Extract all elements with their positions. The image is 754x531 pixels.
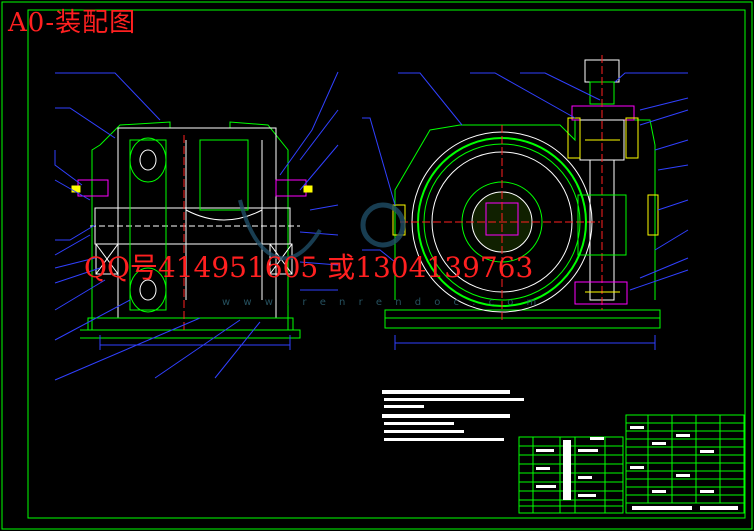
technical-notes	[382, 390, 524, 441]
contact-text: QQ号414951605 或1304139763	[84, 251, 534, 284]
watermark-site: w w w . r e n r e n d o c . c o m	[222, 297, 542, 308]
front-section-view	[71, 121, 313, 350]
front-view-leaders	[54, 71, 339, 381]
drawing-canvas: w w w . r e n r e n d o c . c o m A0-装配图…	[0, 0, 754, 531]
title-block	[625, 414, 745, 514]
drawing-title: A0-装配图	[8, 8, 137, 38]
